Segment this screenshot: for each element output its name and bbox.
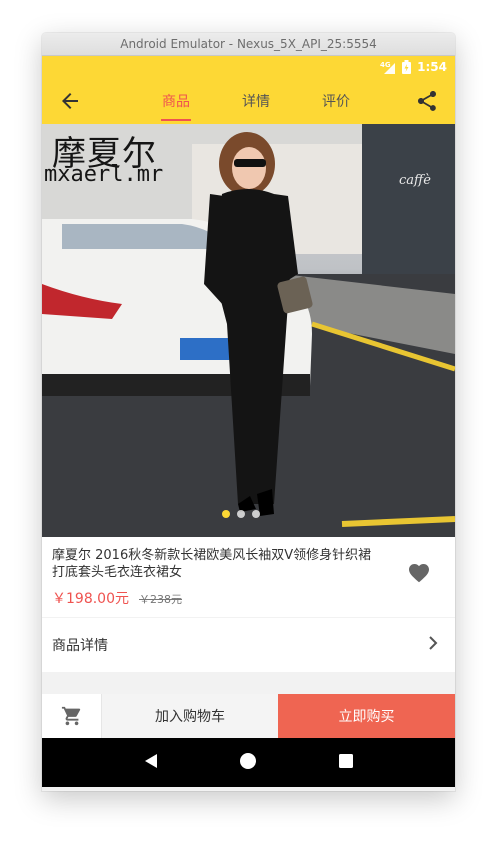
carousel-dot[interactable] — [252, 510, 260, 518]
watermark-brand-en: mxaerl.mr — [44, 162, 164, 187]
tab-goods[interactable]: 商品 — [136, 78, 216, 124]
carousel-dot[interactable] — [222, 510, 230, 518]
current-price: ￥198.00元 — [52, 591, 129, 607]
cart-button[interactable] — [42, 694, 102, 738]
buy-now-button[interactable]: 立即购买 — [278, 694, 455, 738]
section-divider — [42, 672, 455, 694]
carousel-dot[interactable] — [237, 510, 245, 518]
status-time: 1:54 — [417, 60, 447, 74]
nav-home-icon[interactable] — [239, 752, 257, 774]
nav-back-icon[interactable] — [142, 752, 160, 774]
window-titlebar: Android Emulator - Nexus_5X_API_25:5554 — [42, 33, 455, 56]
android-navigation-bar — [42, 738, 455, 787]
shopping-cart-icon — [61, 706, 80, 726]
status-bar: 4G 1:54 — [42, 56, 455, 78]
product-image-carousel[interactable]: caffè 摩夏尔 mxaerl.mr — [42, 124, 455, 537]
bottom-action-bar: 加入购物车 立即购买 — [42, 694, 455, 738]
favorite-heart-icon[interactable] — [407, 561, 431, 585]
product-info: 摩夏尔 2016秋冬新款长裙欧美风长袖双V领修身针织裙打底套头毛衣连衣裙女 ￥1… — [42, 537, 455, 617]
product-details-row[interactable]: 商品详情 — [42, 618, 455, 672]
signal-icon: 4G — [380, 60, 396, 74]
chevron-right-icon — [425, 635, 441, 655]
tab-details[interactable]: 详情 — [216, 78, 296, 124]
product-details-label: 商品详情 — [52, 638, 108, 654]
carousel-indicator — [222, 510, 260, 518]
wall-sign-text: caffè — [399, 173, 431, 188]
product-name: 摩夏尔 2016秋冬新款长裙欧美风长袖双V领修身针织裙打底套头毛衣连衣裙女 — [52, 548, 372, 580]
window-title: Android Emulator - Nexus_5X_API_25:5554 — [120, 37, 377, 51]
tab-reviews[interactable]: 评价 — [296, 78, 376, 124]
tab-bar: 商品 详情 评价 — [136, 78, 376, 124]
original-price: ￥238元 — [139, 593, 182, 606]
back-arrow-icon[interactable] — [58, 89, 82, 113]
app-toolbar: 商品 详情 评价 — [42, 78, 455, 124]
nav-recents-icon[interactable] — [337, 752, 355, 774]
price-row: ￥198.00元 ￥238元 — [52, 588, 445, 608]
share-icon[interactable] — [415, 89, 439, 113]
emulator-window: Android Emulator - Nexus_5X_API_25:5554 … — [42, 33, 455, 791]
add-to-cart-button[interactable]: 加入购物车 — [102, 694, 278, 738]
battery-icon — [402, 60, 412, 74]
svg-text:4G: 4G — [380, 61, 391, 69]
